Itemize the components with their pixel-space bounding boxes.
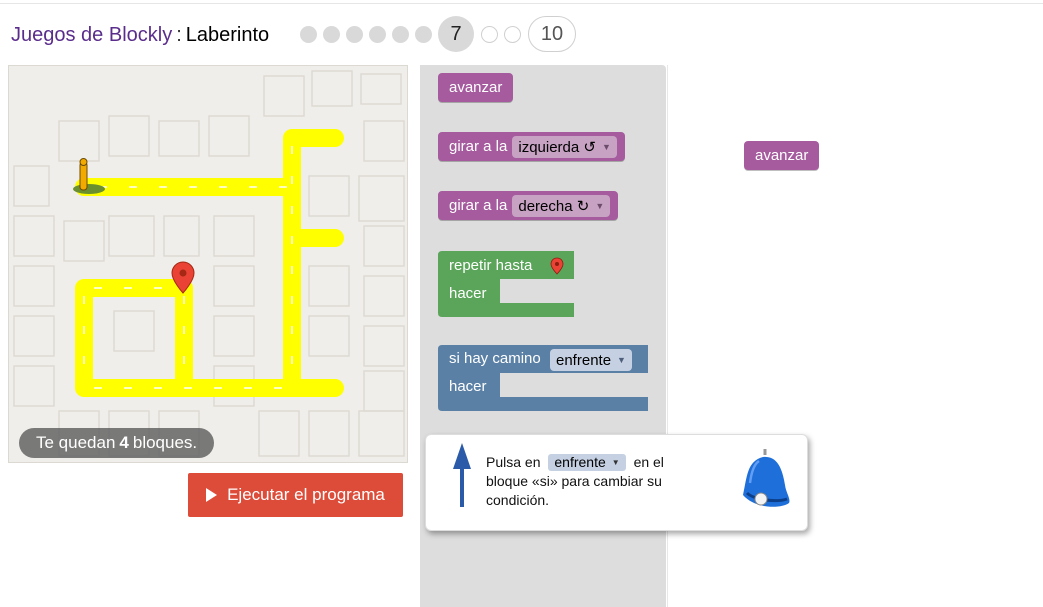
toolbox-block-avanzar[interactable]: avanzar	[438, 73, 514, 102]
blocks-remaining-prefix: Te quedan	[36, 433, 116, 452]
level-1-dot[interactable]	[300, 25, 317, 43]
blocks-remaining-badge: Te quedan 4 bloques.	[19, 428, 215, 458]
dropdown-value: derecha ↻	[518, 197, 590, 215]
hint-text-before: Pulsa en	[486, 454, 541, 470]
toolbox-block-if-path[interactable]: si hay camino enfrente ▼ hacer	[438, 345, 648, 411]
goal-marker-icon	[550, 257, 564, 275]
title-separator: :	[176, 23, 182, 46]
level-2-dot[interactable]	[323, 25, 340, 43]
maze-area: Te quedan 4 bloques.	[8, 65, 408, 463]
top-divider	[0, 3, 1043, 4]
toolbox-block-repeat-until[interactable]: repetir hasta hacer	[438, 251, 574, 317]
block-label: avanzar	[755, 147, 809, 164]
level-4-dot[interactable]	[369, 25, 386, 43]
block-label: girar a la	[449, 138, 508, 155]
level-5-dot[interactable]	[392, 25, 409, 43]
turn-direction-dropdown[interactable]: izquierda ↺ ▼	[512, 135, 617, 158]
level-last[interactable]: 10	[528, 16, 576, 52]
page-header: Juegos de Blockly : Laberinto	[11, 20, 269, 50]
run-program-button[interactable]: Ejecutar el programa	[188, 473, 403, 517]
level-6-dot[interactable]	[415, 25, 432, 43]
level-9-dot[interactable]	[504, 25, 521, 43]
maze-map	[13, 70, 405, 457]
toolbox-block-turn-right[interactable]: girar a la derecha ↻ ▼	[438, 191, 619, 220]
dropdown-value: enfrente	[556, 351, 612, 369]
arrow-up-icon	[453, 443, 471, 507]
hint-dropdown-value: enfrente	[554, 454, 606, 470]
if-do-label: hacer	[449, 378, 487, 395]
dropdown-value: izquierda ↺	[518, 138, 596, 156]
run-program-label: Ejecutar el programa	[227, 485, 385, 504]
repeat-label: repetir hasta	[449, 257, 533, 274]
workspace-block-avanzar[interactable]: avanzar	[744, 141, 820, 170]
repeat-do-label: hacer	[449, 285, 487, 302]
blocks-remaining-suffix: bloques.	[132, 433, 198, 452]
if-label: si hay camino	[449, 350, 541, 367]
maze-wall-tiles	[13, 70, 405, 457]
turn-direction-dropdown[interactable]: derecha ↻ ▼	[512, 194, 611, 217]
level-current[interactable]: 7	[438, 16, 474, 52]
block-label: girar a la	[449, 197, 508, 214]
dropdown-arrow-icon: ▼	[601, 141, 611, 152]
hint-text: Pulsa en enfrente ▼ en el bloque «si» par…	[486, 453, 701, 510]
path-direction-dropdown[interactable]: enfrente ▼	[550, 349, 632, 371]
level-3-dot[interactable]	[346, 25, 363, 43]
level-selector: 7 10	[300, 16, 582, 52]
dropdown-arrow-icon: ▼	[617, 355, 626, 365]
app-title-link[interactable]: Juegos de Blockly	[11, 24, 172, 47]
level-8-dot[interactable]	[481, 25, 498, 43]
game-title: Laberinto	[185, 23, 270, 46]
dropdown-arrow-icon: ▼	[595, 200, 605, 211]
hint-bubble: Pulsa en enfrente ▼ en el bloque «si» par…	[425, 434, 808, 531]
toolbox-block-turn-left[interactable]: girar a la izquierda ↺ ▼	[438, 132, 625, 161]
block-label: avanzar	[449, 79, 503, 96]
player-pegman	[73, 158, 105, 194]
play-icon	[206, 488, 218, 502]
hint-dropdown-sample: enfrente ▼	[548, 454, 626, 471]
dropdown-arrow-icon: ▼	[611, 458, 620, 467]
bell-icon	[743, 449, 790, 507]
blocks-remaining-count: 4	[119, 433, 129, 452]
